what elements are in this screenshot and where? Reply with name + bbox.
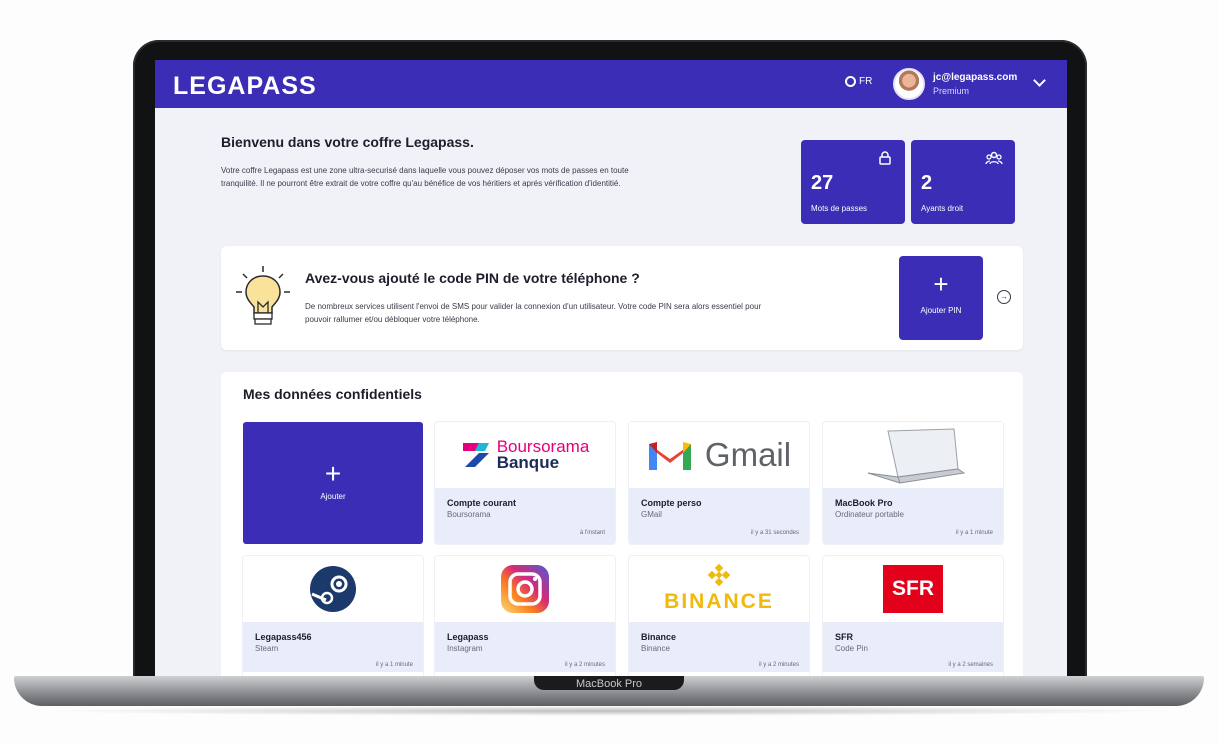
- item-info: MacBook Pro Ordinateur portable il y a 1…: [823, 488, 1003, 544]
- language-label: FR: [859, 76, 873, 87]
- item-card-boursorama[interactable]: Boursorama Banque Compte courant Boursor…: [435, 422, 615, 544]
- item-time: il y a 2 semaines: [948, 662, 993, 668]
- app-screen: LEGAPASS FR jc@legapass.com Premium Bien…: [155, 60, 1067, 678]
- item-subtitle: Binance: [641, 644, 670, 653]
- item-subtitle: Boursorama: [447, 510, 491, 519]
- item-info: Compte courant Boursorama à l'instant: [435, 488, 615, 544]
- item-subtitle: Steam: [255, 644, 279, 653]
- instagram-logo: [435, 556, 615, 622]
- item-card-steam[interactable]: Legapass456 Steam il y a 1 minute: [243, 556, 423, 678]
- binance-icon: [708, 564, 730, 586]
- gmail-icon: [648, 442, 691, 470]
- pin-card-text: De nombreux services utilisent l'envoi d…: [305, 302, 762, 324]
- item-info: SFR Code Pin il y a 2 semaines: [823, 622, 1003, 672]
- item-time: il y a 2 minutes: [758, 662, 799, 668]
- item-card-sfr[interactable]: SFR SFR Code Pin il y a 2 semaines: [823, 556, 1003, 678]
- add-pin-label: Ajouter PIN: [920, 306, 962, 315]
- gmail-logo-text: Gmail: [704, 436, 792, 473]
- item-title: MacBook Pro: [835, 498, 893, 508]
- stat-passwords-label: Mots de passes: [811, 204, 868, 213]
- binance-logo-text: BINANCE: [664, 590, 774, 613]
- stat-beneficiaries[interactable]: 2 Ayants droit: [911, 140, 1015, 224]
- item-title: Legapass456: [255, 632, 312, 642]
- item-card-gmail[interactable]: Gmail Compte perso GMail il y a 31 secon…: [629, 422, 809, 544]
- item-title: Legapass: [447, 632, 489, 642]
- item-subtitle: Ordinateur portable: [835, 510, 904, 519]
- item-card-binance[interactable]: BINANCE Binance Binance il y a 2 minutes: [629, 556, 809, 678]
- item-time: à l'instant: [579, 530, 605, 536]
- boursorama-logo: Boursorama Banque: [435, 422, 615, 488]
- section-title: Mes données confidentiels: [243, 386, 422, 402]
- app-logo[interactable]: LEGAPASS: [173, 72, 317, 101]
- user-email: jc@legapass.com: [933, 72, 1018, 83]
- item-subtitle: GMail: [641, 510, 662, 519]
- chevron-down-icon[interactable]: [1033, 74, 1046, 87]
- item-title: Binance: [641, 632, 677, 642]
- pin-reminder-card: Avez-vous ajouté le code PIN de votre té…: [221, 246, 1023, 350]
- item-info: Binance Binance il y a 2 minutes: [629, 622, 809, 672]
- item-info: Legapass456 Steam il y a 1 minute: [243, 622, 423, 672]
- item-time: il y a 2 minutes: [564, 662, 605, 668]
- avatar[interactable]: [893, 68, 925, 100]
- steam-logo: [243, 556, 423, 622]
- laptop-notch-label: MacBook Pro: [534, 676, 684, 690]
- item-time: il y a 1 minute: [375, 662, 413, 668]
- confidential-data-panel: Mes données confidentiels + Ajouter Bour…: [221, 372, 1023, 678]
- stage: LEGAPASS FR jc@legapass.com Premium Bien…: [0, 0, 1218, 744]
- item-subtitle: Instagram: [447, 644, 483, 653]
- add-item-label: Ajouter: [320, 492, 346, 501]
- language-selector[interactable]: FR: [845, 76, 872, 87]
- binance-logo: BINANCE: [629, 556, 809, 622]
- item-card-macbook[interactable]: MacBook Pro Ordinateur portable il y a 1…: [823, 422, 1003, 544]
- stat-beneficiaries-label: Ayants droit: [921, 204, 964, 213]
- sfr-logo-text: SFR: [883, 565, 943, 613]
- plus-icon: +: [933, 269, 949, 299]
- gmail-logo: Gmail: [629, 422, 809, 488]
- item-time: il y a 1 minute: [955, 530, 993, 536]
- add-pin-button[interactable]: + Ajouter PIN: [899, 256, 983, 340]
- laptop-image: [823, 422, 1003, 488]
- sfr-logo: SFR: [823, 556, 1003, 622]
- welcome-title: Bienvenu dans votre coffre Legapass.: [221, 134, 474, 150]
- top-bar: LEGAPASS FR jc@legapass.com Premium: [155, 60, 1067, 108]
- item-card-instagram[interactable]: Legapass Instagram il y a 2 minutes: [435, 556, 615, 678]
- lock-icon: [879, 151, 891, 165]
- item-info: Legapass Instagram il y a 2 minutes: [435, 622, 615, 672]
- laptop-icon: [867, 428, 966, 484]
- plus-icon: +: [324, 458, 342, 489]
- pin-card-title: Avez-vous ajouté le code PIN de votre té…: [305, 270, 640, 286]
- arrow-right-icon[interactable]: →: [997, 290, 1011, 304]
- item-time: il y a 31 secondes: [750, 530, 799, 536]
- item-title: SFR: [835, 632, 853, 642]
- item-title: Compte courant: [447, 498, 517, 508]
- users-icon: [985, 151, 1003, 165]
- add-item-tile[interactable]: + Ajouter: [243, 422, 423, 544]
- stat-beneficiaries-value: 2: [921, 172, 933, 194]
- lightbulb-icon: [236, 266, 290, 325]
- boursorama-icon: [462, 443, 489, 467]
- steam-icon: [310, 566, 356, 612]
- stat-passwords-value: 27: [811, 172, 834, 194]
- base-shadow: [40, 706, 1180, 716]
- instagram-icon: [501, 565, 549, 613]
- user-plan: Premium: [933, 86, 970, 96]
- item-subtitle: Code Pin: [835, 644, 868, 653]
- globe-icon: [845, 76, 856, 87]
- welcome-text: Votre coffre Legapass est une zone ultra…: [221, 166, 629, 188]
- item-info: Compte perso GMail il y a 31 secondes: [629, 488, 809, 544]
- boursorama-logo-line2: Banque: [496, 453, 560, 472]
- item-title: Compte perso: [641, 498, 702, 508]
- stat-passwords[interactable]: 27 Mots de passes: [801, 140, 905, 224]
